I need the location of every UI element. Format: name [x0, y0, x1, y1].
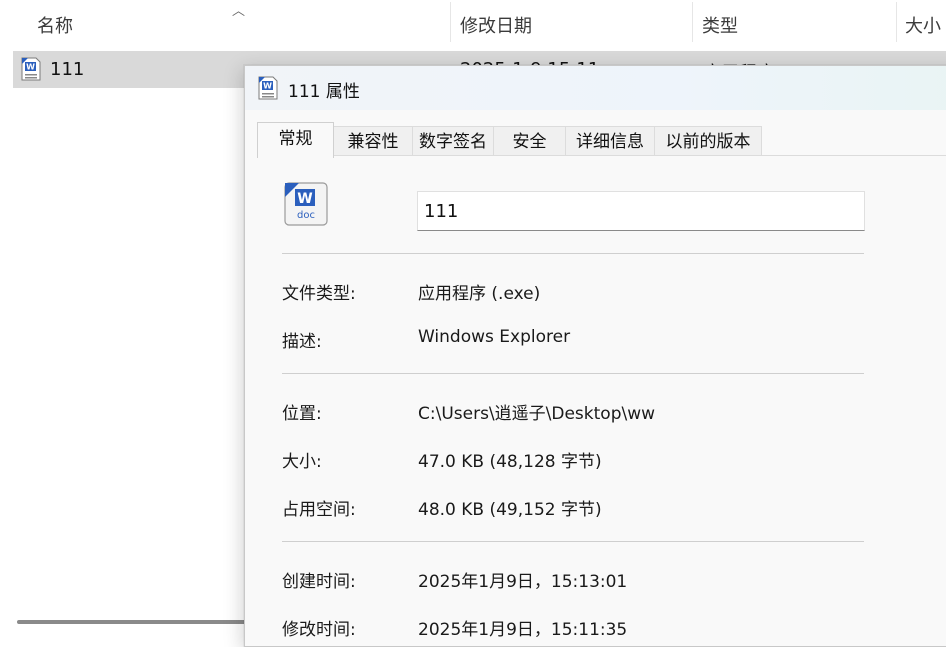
tab-general[interactable]: 常规: [257, 122, 334, 158]
created-label: 创建时间:: [282, 572, 356, 592]
column-header: 名称 ︿ 修改日期 类型 大小: [0, 0, 946, 45]
location-value: C:\Users\逍遥子\Desktop\ww: [418, 404, 656, 424]
sort-ascending-icon: ︿: [232, 4, 246, 19]
horizontal-scrollbar[interactable]: [17, 620, 257, 624]
size-label: 大小:: [282, 452, 322, 472]
description-label: 描述:: [282, 332, 322, 352]
word-doc-icon: W: [19, 57, 43, 85]
file-type-value: 应用程序 (.exe): [418, 284, 541, 304]
column-divider[interactable]: [450, 2, 451, 42]
dialog-titlebar[interactable]: W 111 属性: [245, 66, 946, 110]
tab-details[interactable]: 详细信息: [565, 126, 655, 156]
column-size[interactable]: 大小: [905, 12, 941, 38]
file-name-input[interactable]: [417, 191, 865, 231]
size-on-disk-label: 占用空间:: [282, 500, 356, 520]
separator: [282, 541, 864, 542]
svg-text:W: W: [26, 63, 35, 72]
icon-letter: W: [297, 191, 312, 207]
svg-text:W: W: [263, 82, 272, 91]
column-divider[interactable]: [692, 2, 693, 42]
size-on-disk-value: 48.0 KB (49,152 字节): [418, 500, 602, 520]
tab-security[interactable]: 安全: [493, 126, 566, 156]
word-doc-icon: W: [257, 76, 279, 104]
file-name: 111: [50, 59, 85, 80]
column-divider[interactable]: [896, 2, 897, 42]
column-type[interactable]: 类型: [702, 12, 738, 38]
dialog-title: 111 属性: [288, 82, 360, 102]
modified-value: 2025年1月9日，15:11:35: [418, 620, 628, 640]
properties-dialog: W 111 属性 常规 兼容性 数字签名 安全 详细信息 以前的版本 W doc…: [244, 65, 946, 647]
separator: [282, 253, 864, 254]
separator: [282, 373, 864, 374]
icon-caption: doc: [297, 210, 315, 221]
location-label: 位置:: [282, 404, 322, 424]
description-value: Windows Explorer: [418, 327, 571, 347]
word-doc-icon: W doc: [283, 181, 329, 231]
column-modified[interactable]: 修改日期: [460, 12, 532, 38]
tab-digital-signatures[interactable]: 数字签名: [412, 126, 494, 156]
column-name[interactable]: 名称: [37, 12, 73, 38]
tab-compatibility[interactable]: 兼容性: [333, 126, 413, 156]
file-type-label: 文件类型:: [282, 284, 356, 304]
modified-label: 修改时间:: [282, 620, 356, 640]
tab-panel-border: [257, 155, 946, 156]
size-value: 47.0 KB (48,128 字节): [418, 452, 602, 472]
tab-previous-versions[interactable]: 以前的版本: [654, 126, 762, 156]
created-value: 2025年1月9日，15:13:01: [418, 572, 628, 592]
